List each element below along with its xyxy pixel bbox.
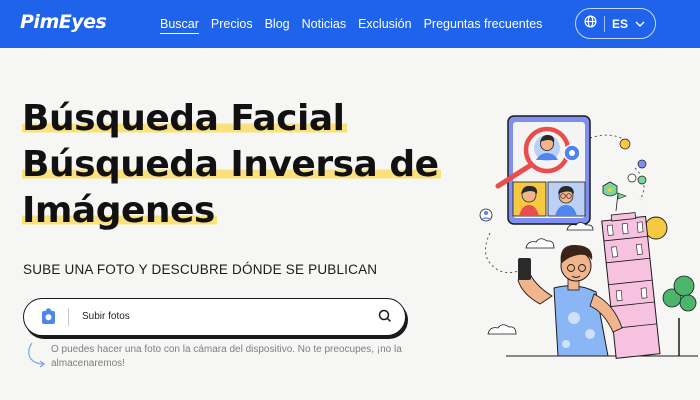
language-selector[interactable]: ES [575,8,656,39]
title-line-1: Búsqueda Facial [22,98,347,139]
top-navbar: PimEyes Buscar Precios Blog Noticias Exc… [0,0,700,48]
nav-item-exclusion[interactable]: Exclusión [358,0,412,48]
hint-text: O puedes hacer una foto con la cámara de… [51,344,402,369]
nav-item-buscar[interactable]: Buscar [160,0,199,48]
nav-item-blog[interactable]: Blog [265,0,290,48]
main-nav: Buscar Precios Blog Noticias Exclusión P… [160,0,542,48]
curved-arrow-icon [28,342,45,368]
camera-hint: O puedes hacer una foto con la cámara de… [25,342,415,373]
page-title: Búsqueda Facial Búsqueda Inversa de Imág… [22,96,441,234]
photo-search-bar[interactable]: Subir fotos [23,298,406,336]
chevron-down-icon [635,21,645,27]
camera-icon[interactable] [40,307,57,330]
nav-item-precios[interactable]: Precios [211,0,253,48]
hero-illustration [479,115,698,359]
search-divider [68,308,69,326]
pimeyes-logo[interactable]: PimEyes [20,11,107,33]
upload-photos-button[interactable]: Subir fotos [82,311,130,322]
title-line-3: Imágenes [22,190,217,231]
search-icon[interactable] [378,309,392,328]
title-line-2: Búsqueda Inversa de [22,144,441,185]
language-divider [604,15,605,32]
hero-subtitle: SUBE UNA FOTO Y DESCUBRE DÓNDE SE PUBLIC… [23,262,378,277]
nav-item-noticias[interactable]: Noticias [302,0,346,48]
globe-icon [584,15,597,33]
language-code: ES [612,16,629,31]
nav-item-preguntas-frecuentes[interactable]: Preguntas frecuentes [424,0,543,48]
